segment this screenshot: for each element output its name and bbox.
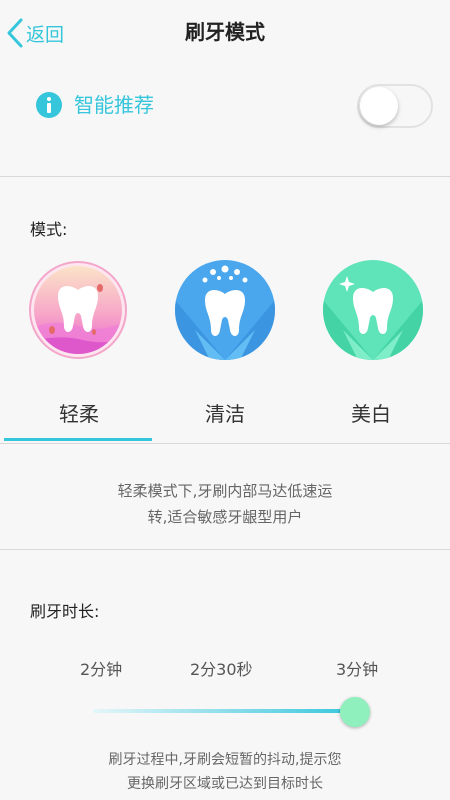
divider (0, 549, 450, 550)
clean-tooth-icon (175, 260, 275, 360)
tab-clean[interactable]: 清洁 (150, 390, 300, 438)
duration-slider-track[interactable] (93, 709, 355, 713)
smart-recommend-row: 智能推荐 (0, 64, 450, 176)
mode-tabs: 轻柔 清洁 美白 (0, 390, 450, 445)
divider (0, 443, 450, 444)
tab-gentle[interactable]: 轻柔 (4, 390, 154, 438)
duration-slider-thumb[interactable] (340, 697, 370, 727)
tab-whitening[interactable]: 美白 (296, 390, 446, 438)
mode-description-line2: 转,适合敏感牙龈型用户 (147, 508, 303, 526)
duration-option-2min30s[interactable]: 2分30秒 (190, 656, 253, 680)
mode-gentle-button[interactable] (28, 260, 128, 360)
divider (0, 176, 450, 177)
mode-clean-button[interactable] (175, 260, 275, 360)
nav-bar: 返回 刷牙模式 (0, 0, 450, 64)
smart-recommend-label: 智能推荐 (74, 93, 154, 117)
mode-whitening-button[interactable] (323, 260, 423, 360)
duration-option-3min[interactable]: 3分钟 (336, 656, 378, 680)
duration-label: 刷牙时长: (30, 602, 100, 621)
page-title: 刷牙模式 (185, 20, 265, 44)
duration-note-line1: 刷牙过程中,牙刷会短暂的抖动,提示您 (108, 752, 342, 768)
tab-active-indicator (4, 438, 152, 441)
whitening-tooth-icon (323, 260, 423, 360)
mode-label: 模式: (30, 220, 68, 239)
toggle-knob (360, 87, 398, 125)
duration-note-line2: 更换刷牙区域或已达到目标时长 (127, 776, 323, 792)
duration-option-2min[interactable]: 2分钟 (80, 656, 122, 680)
info-icon (36, 92, 62, 118)
gentle-tooth-icon (29, 261, 127, 359)
mode-description-line1: 轻柔模式下,牙刷内部马达低速运 (117, 482, 333, 500)
smart-recommend-toggle[interactable] (357, 84, 433, 128)
